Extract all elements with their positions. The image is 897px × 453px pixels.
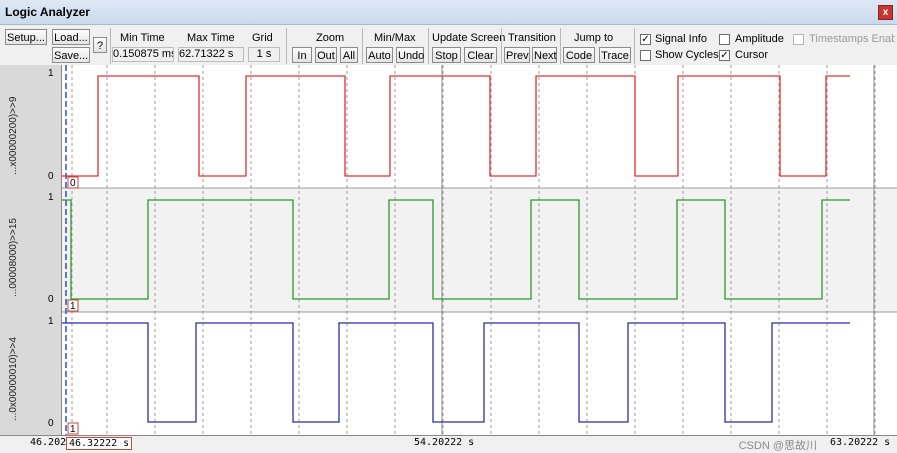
signal2-high-label: 1 (48, 192, 54, 203)
cursor-time-label: 46.32222 s (66, 437, 133, 450)
cursor-value-label: 1 (70, 301, 76, 312)
minmax-label: Min/Max (374, 32, 416, 44)
min-time-value: 0.150875 ms (112, 47, 174, 62)
cursor-value-label: 0 (70, 178, 76, 189)
check-icon: ✓ (720, 50, 729, 61)
timestamps-checkbox[interactable] (793, 34, 804, 45)
max-time-label: Max Time (187, 32, 235, 44)
show-cycles-label: Show Cycles (655, 49, 719, 61)
save-button[interactable]: Save... (52, 47, 90, 63)
stop-button[interactable]: Stop (432, 47, 461, 63)
zoom-out-button[interactable]: Out (315, 47, 337, 63)
grid-value: 1 s (248, 47, 280, 62)
cursor-label: Cursor (735, 49, 769, 61)
cursor-value-label: 1 (70, 424, 76, 435)
check-icon: ✓ (641, 34, 650, 45)
separator (110, 28, 111, 64)
grid-label: Grid (252, 32, 273, 44)
separator (362, 28, 363, 64)
signal-name-2[interactable]: ...00008000)>>15 (8, 218, 19, 297)
max-time-value: 62.71322 s (178, 47, 244, 62)
zoom-label: Zoom (316, 32, 345, 44)
code-button[interactable]: Code (563, 47, 595, 63)
trace-button[interactable]: Trace (599, 47, 631, 63)
signal-info-checkbox[interactable]: ✓ (640, 34, 651, 45)
signal-name-panel: ...x00000200)>>9 ...00008000)>>15 ...0x0… (0, 65, 62, 435)
separator (501, 28, 502, 64)
signal3-high-label: 1 (48, 316, 54, 327)
help-button[interactable]: ? (93, 37, 107, 53)
next-button[interactable]: Next (532, 47, 557, 63)
signal2-low-label: 0 (48, 294, 54, 305)
signal1-high-label: 1 (48, 68, 54, 79)
time-right-label: 63.20222 s (830, 437, 891, 448)
close-button[interactable]: x (878, 5, 893, 20)
lane-background (62, 65, 897, 188)
undo-button[interactable]: Undo (396, 47, 424, 63)
amplitude-label: Amplitude (735, 33, 784, 45)
time-axis-bar: 46.20222 46.32222 s 54.20222 s 63.20222 … (0, 435, 897, 452)
toolbar: Setup... Load... Save... ? Min Time 0.15… (0, 25, 897, 66)
zoom-all-button[interactable]: All (340, 47, 358, 63)
title-bar: Logic Analyzer x (0, 0, 897, 25)
amplitude-checkbox[interactable] (719, 34, 730, 45)
signal-name-1[interactable]: ...x00000200)>>9 (8, 97, 19, 175)
window-title: Logic Analyzer (5, 5, 90, 19)
separator (428, 28, 429, 64)
jump-to-label: Jump to (574, 32, 614, 44)
lane-background (62, 188, 897, 312)
timestamps-label: Timestamps Enabl (809, 33, 895, 45)
separator (634, 28, 635, 64)
time-center-label: 54.20222 s (414, 437, 475, 448)
clear-button[interactable]: Clear (464, 47, 497, 63)
cursor-checkbox[interactable]: ✓ (719, 50, 730, 61)
min-time-label: Min Time (120, 32, 165, 44)
separator (560, 28, 561, 64)
separator (286, 28, 287, 64)
update-screen-label: Update Screen (432, 32, 506, 44)
signal1-low-label: 0 (48, 171, 54, 182)
signal-name-3[interactable]: ...0x00000010)>>4 (8, 337, 19, 421)
setup-button[interactable]: Setup... (5, 29, 47, 45)
transition-label: Transition (508, 32, 556, 44)
load-button[interactable]: Load... (52, 29, 90, 45)
signal-info-label: Signal Info (655, 33, 707, 45)
signal3-low-label: 0 (48, 418, 54, 429)
waveform-plot[interactable]: 0 1 1 (62, 65, 897, 435)
zoom-in-button[interactable]: In (292, 47, 312, 63)
show-cycles-checkbox[interactable] (640, 50, 651, 61)
prev-button[interactable]: Prev (504, 47, 530, 63)
auto-button[interactable]: Auto (366, 47, 393, 63)
watermark-text: CSDN @思故川 (738, 440, 817, 452)
